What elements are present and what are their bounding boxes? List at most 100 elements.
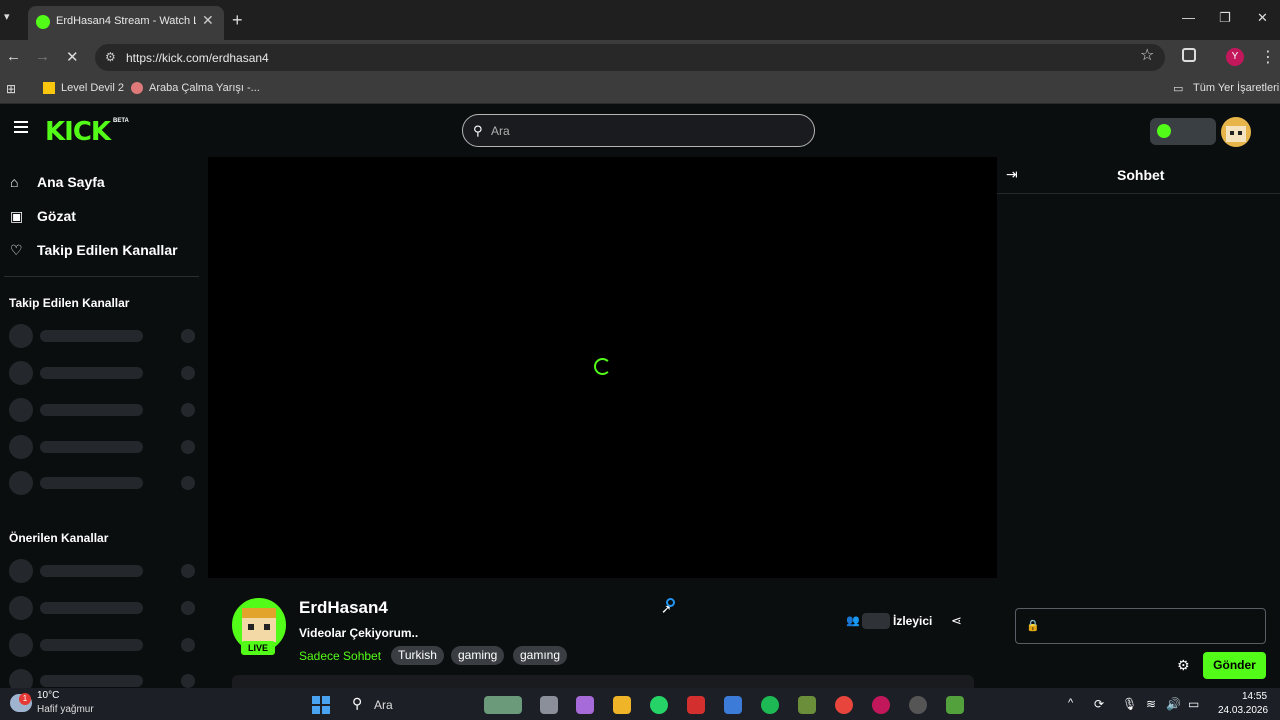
browser-tab[interactable]: ErdHasan4 Stream - Watch Live ✕ [28, 6, 224, 40]
stop-loading-icon[interactable]: ✕ [66, 48, 79, 66]
stream-tag[interactable]: Turkish [391, 646, 444, 665]
taskbar-search-icon[interactable]: ⚲ [352, 695, 362, 712]
video-player[interactable] [208, 157, 997, 578]
viewers-icon: 👥 [846, 615, 860, 627]
file-explorer-icon[interactable] [613, 696, 631, 714]
bookmarks-bar: ⊞ Level Devil 2 Araba Çalma Yarışı -... … [0, 74, 1280, 104]
sidebar-item-browse[interactable]: ▣ Gözat [10, 208, 76, 225]
channel-name[interactable]: ErdHasan4 [299, 598, 388, 618]
sidebar-divider [4, 276, 199, 277]
minecraft-icon[interactable] [798, 696, 816, 714]
back-icon[interactable]: ← [6, 48, 21, 65]
whatsapp-icon[interactable] [650, 696, 668, 714]
kick-logo[interactable]: KICK [45, 117, 111, 147]
clock-time[interactable]: 14:55 [1242, 691, 1267, 702]
collapse-chat-icon[interactable]: ⇥ [1006, 166, 1018, 183]
url-text[interactable]: https://kick.com/erdhasan4 [126, 51, 269, 65]
channel-skeleton [9, 471, 199, 495]
minimize-icon[interactable]: — [1182, 10, 1195, 25]
sidebar-item-label: Ana Sayfa [37, 174, 105, 190]
minecraft-launcher-icon[interactable] [946, 696, 964, 714]
chat-input[interactable]: 🔒 [1015, 608, 1266, 644]
level-devil-icon [43, 82, 55, 94]
bookmark-all[interactable]: Tüm Yer İşaretleri [1193, 82, 1279, 94]
clock-date[interactable]: 24.03.2026 [1218, 705, 1268, 716]
copilot-icon[interactable] [576, 696, 594, 714]
url-field[interactable]: ⚙ https://kick.com/erdhasan4 [95, 44, 1165, 71]
lock-icon: 🔒 [1026, 620, 1040, 632]
chrome-icon[interactable] [835, 696, 853, 714]
folder-icon: ▭ [1173, 83, 1184, 95]
l-app-icon[interactable] [687, 696, 705, 714]
viewers-label: İzleyici [893, 614, 933, 628]
obs-icon[interactable] [909, 696, 927, 714]
spotify-icon[interactable] [761, 696, 779, 714]
channel-skeleton [9, 398, 199, 422]
channel-skeleton [9, 435, 199, 459]
channel-skeleton [9, 324, 199, 348]
search-highlight-icon[interactable] [484, 696, 522, 714]
tab-title: ErdHasan4 Stream - Watch Live [56, 15, 196, 27]
chat-header: ⇥ Sohbet [997, 157, 1280, 194]
live-badge: LIVE [241, 641, 275, 655]
forward-icon[interactable]: → [35, 48, 50, 65]
sync-icon[interactable]: ⟳ [1094, 697, 1104, 711]
bookmark-araba[interactable]: Araba Çalma Yarışı -... [149, 82, 260, 94]
kick-points-button[interactable] [1150, 118, 1216, 145]
channel-panel-strip [232, 675, 974, 688]
beta-label: BETA [113, 118, 129, 124]
search-placeholder: Ara [491, 124, 510, 138]
channel-info: ErdHasan4 Videolar Çekiyorum.. Sadece So… [208, 578, 997, 688]
share-icon[interactable]: ⋖ [951, 613, 962, 629]
home-icon: ⌂ [10, 174, 19, 190]
chrome-profile-icon[interactable] [872, 696, 890, 714]
microphone-icon[interactable]: 🎙 [1122, 697, 1137, 711]
channel-skeleton [9, 361, 199, 385]
bookmark-star-icon[interactable]: ☆ [1140, 45, 1154, 65]
send-button[interactable]: Gönder [1203, 652, 1266, 679]
stream-tag[interactable]: gamıng [513, 646, 568, 665]
browser-menu-icon[interactable]: ⋮ [1260, 47, 1276, 67]
channel-skeleton [9, 633, 199, 657]
kick-header: KICK BETA ⚲ Ara [0, 105, 1280, 157]
stream-tag[interactable]: gaming [451, 646, 505, 665]
taskbar-search-label[interactable]: Ara [374, 698, 393, 712]
stream-category[interactable]: Sadece Sohbet [299, 649, 381, 663]
volume-icon[interactable]: 🔊 [1166, 697, 1181, 711]
tab-list-icon[interactable]: ▾ [4, 10, 10, 23]
tray-overflow-icon[interactable]: ^ [1068, 697, 1073, 709]
close-tab-icon[interactable]: ✕ [202, 12, 214, 29]
close-window-icon[interactable]: ✕ [1257, 10, 1268, 26]
hamburger-menu-icon[interactable] [14, 121, 28, 133]
wifi-icon[interactable]: ≋ [1146, 697, 1156, 711]
windows-taskbar: 1 10°C Hafif yağmur ⚲ Ara ^ ⟳ 🎙 ≋ 🔊 ▭ 14… [0, 688, 1280, 720]
sidebar-item-following[interactable]: ♡ Takip Edilen Kanallar [10, 242, 178, 259]
sidebar: ⌂ Ana Sayfa ▣ Gözat ♡ Takip Edilen Kanallar… [0, 157, 208, 693]
sidebar-item-home[interactable]: ⌂ Ana Sayfa [10, 174, 105, 190]
bookmark-level-devil[interactable]: Level Devil 2 [61, 82, 124, 94]
profile-avatar[interactable]: Y [1226, 48, 1244, 66]
search-input[interactable]: ⚲ Ara [462, 114, 815, 147]
store-icon[interactable] [724, 696, 742, 714]
channel-skeleton [9, 596, 199, 620]
chat-settings-icon[interactable]: ⚙ [1177, 657, 1190, 674]
weather-temp[interactable]: 10°C [37, 690, 59, 701]
extensions-icon[interactable] [1182, 48, 1196, 62]
new-tab-icon[interactable]: + [232, 10, 243, 31]
recommended-section-title: Önerilen Kanallar [9, 531, 109, 545]
weather-desc[interactable]: Hafif yağmur [37, 704, 94, 715]
heart-icon: ♡ [10, 242, 23, 258]
task-view-icon[interactable] [540, 696, 558, 714]
followed-section-title: Takip Edilen Kanallar [9, 296, 130, 310]
kick-points-icon [1157, 124, 1171, 138]
user-avatar[interactable] [1221, 117, 1251, 147]
address-bar-row: ← → ✕ ⚙ https://kick.com/erdhasan4 ☆ Y ⋮ [0, 40, 1280, 74]
site-info-icon[interactable]: ⚙ [105, 50, 116, 64]
battery-icon[interactable]: ▭ [1188, 697, 1199, 711]
loading-spinner-icon [594, 358, 611, 375]
windows-start-icon[interactable] [312, 696, 330, 714]
sidebar-item-label: Takip Edilen Kanallar [37, 242, 178, 258]
viewers-count [862, 613, 890, 629]
maximize-icon[interactable]: ❐ [1219, 10, 1231, 26]
apps-grid-icon[interactable]: ⊞ [6, 82, 16, 96]
